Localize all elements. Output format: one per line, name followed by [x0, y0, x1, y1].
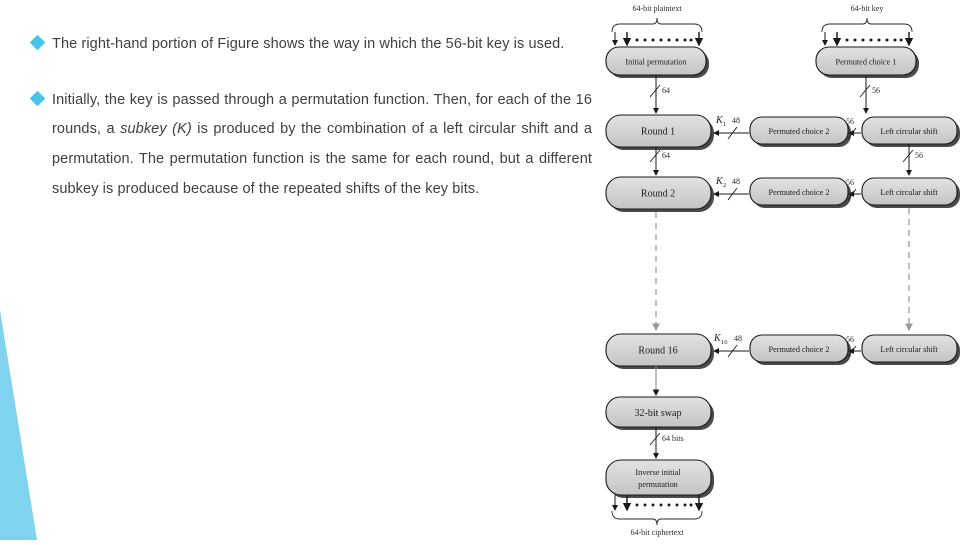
box-initial-permutation: Initial permutation: [605, 46, 709, 78]
box-left-circular-shift-16: Left circular shift: [861, 334, 960, 365]
svg-text:1: 1: [723, 121, 726, 128]
ciphertext-bit-dots: [635, 503, 693, 507]
svg-text:Round 2: Round 2: [641, 189, 675, 200]
ciphertext-brace: [611, 510, 703, 526]
svg-text:Initial permutation: Initial permutation: [625, 58, 686, 67]
box-permuted-choice-1: Permuted choice 1: [815, 46, 919, 78]
ciphertext-output-label: 64-bit ciphertext: [630, 528, 684, 537]
svg-text:Round 16: Round 16: [638, 346, 677, 357]
slide-text-column: The right-hand portion of Figure shows t…: [0, 30, 600, 231]
svg-text:56: 56: [846, 178, 854, 187]
svg-text:Permuted choice 2: Permuted choice 2: [769, 345, 830, 354]
key-bit-dots: [845, 38, 903, 42]
svg-text:permutation: permutation: [638, 480, 678, 489]
svg-text:16: 16: [721, 339, 728, 346]
bullet-item-2: Initially, the key is passed through a p…: [0, 86, 600, 205]
box-32-bit-swap: 32-bit swap: [605, 396, 714, 430]
key-input-label: 64-bit key: [851, 4, 884, 13]
svg-text:56: 56: [872, 86, 880, 95]
svg-text:32-bit swap: 32-bit swap: [635, 408, 682, 419]
bullet-item-1: The right-hand portion of Figure shows t…: [0, 30, 600, 60]
svg-text:48: 48: [734, 334, 742, 343]
plaintext-input-label: 64-bit plaintext: [632, 4, 682, 13]
svg-text:64 bits: 64 bits: [662, 434, 684, 443]
box-left-circular-shift-2: Left circular shift: [861, 177, 960, 208]
box-left-circular-shift-1: Left circular shift: [861, 116, 960, 147]
svg-text:Round 1: Round 1: [641, 127, 675, 138]
svg-text:Permuted choice 2: Permuted choice 2: [769, 127, 830, 136]
diamond-bullet-icon: [29, 90, 46, 106]
svg-text:56: 56: [915, 151, 923, 160]
diamond-bullet-icon: [29, 34, 46, 51]
plaintext-bit-dots: [635, 38, 693, 42]
box-permuted-choice-2-round1: Permuted choice 2: [749, 116, 851, 147]
des-diagram: 64-bit plaintext 64-bit key Initial perm…: [590, 0, 960, 540]
svg-text:Permuted choice 1: Permuted choice 1: [836, 58, 897, 67]
svg-text:64: 64: [662, 86, 670, 95]
svg-text:56: 56: [846, 117, 854, 126]
plaintext-brace: [611, 17, 703, 33]
svg-text:64: 64: [662, 151, 670, 160]
corner-triangle-decoration: [0, 310, 60, 540]
svg-text:48: 48: [732, 116, 740, 125]
box-round-16: Round 16: [605, 333, 714, 369]
box-inverse-initial-permutation: Inverse initial permutation: [605, 459, 714, 498]
box-round-1: Round 1: [605, 114, 714, 150]
svg-text:Left circular shift: Left circular shift: [880, 345, 938, 354]
box-permuted-choice-2-round16: Permuted choice 2: [749, 334, 851, 365]
bullet-2-emphasis: subkey (K): [120, 121, 192, 138]
bullet-2-text: Initially, the key is passed through a p…: [52, 86, 592, 205]
bullet-1-text: The right-hand portion of Figure shows t…: [52, 36, 565, 52]
svg-text:Left circular shift: Left circular shift: [880, 188, 938, 197]
svg-text:Left circular shift: Left circular shift: [880, 127, 938, 136]
svg-text:2: 2: [723, 182, 726, 189]
box-permuted-choice-2-round2: Permuted choice 2: [749, 177, 851, 208]
svg-text:Permuted choice 2: Permuted choice 2: [769, 188, 830, 197]
svg-text:48: 48: [732, 177, 740, 186]
key-brace: [821, 17, 913, 33]
svg-text:Inverse initial: Inverse initial: [635, 468, 681, 477]
svg-text:56: 56: [846, 335, 854, 344]
box-round-2: Round 2: [605, 176, 714, 212]
